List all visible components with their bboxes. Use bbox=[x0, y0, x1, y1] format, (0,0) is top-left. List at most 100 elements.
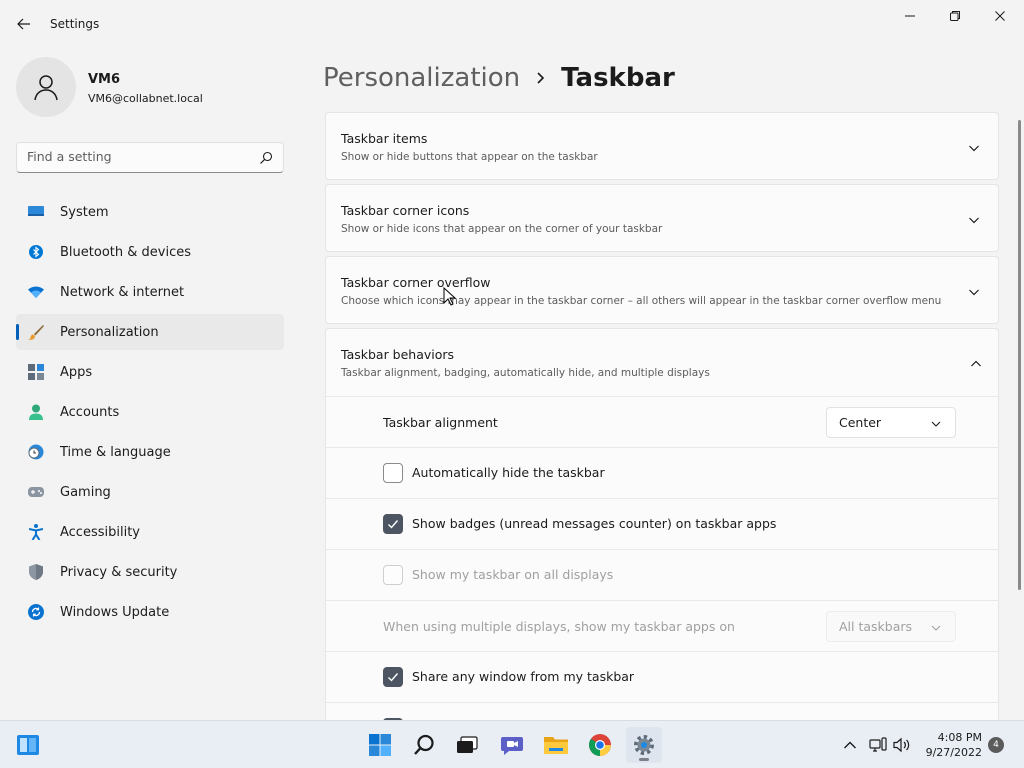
paintbrush-icon bbox=[28, 324, 44, 340]
alignment-label: Taskbar alignment bbox=[383, 415, 498, 430]
share-window-label: Share any window from my taskbar bbox=[412, 669, 635, 684]
search-input[interactable] bbox=[27, 149, 247, 164]
section-title: Taskbar behaviors bbox=[341, 347, 455, 362]
all-displays-checkbox[interactable] bbox=[383, 565, 403, 585]
settings-taskbar-button[interactable] bbox=[626, 727, 662, 763]
minimize-button[interactable] bbox=[887, 6, 933, 26]
start-button[interactable] bbox=[362, 727, 398, 763]
widgets-button[interactable] bbox=[10, 727, 46, 763]
search-icon bbox=[260, 151, 273, 164]
close-button[interactable] bbox=[977, 6, 1023, 26]
minimize-icon bbox=[905, 15, 915, 17]
restore-button[interactable] bbox=[932, 6, 978, 26]
show-hidden-icons-button[interactable] bbox=[840, 735, 860, 755]
search-button[interactable] bbox=[406, 727, 442, 763]
setting-row-alignment: Taskbar alignment Center bbox=[326, 396, 999, 447]
sidebar-item-label: Bluetooth & devices bbox=[60, 244, 191, 260]
section-header[interactable]: Taskbar behaviors Taskbar alignment, bad… bbox=[326, 329, 999, 397]
sidebar-item-gaming[interactable]: Gaming bbox=[16, 474, 284, 510]
clock-time: 4:08 PM bbox=[937, 731, 982, 744]
user-email: VM6@collabnet.local bbox=[88, 92, 203, 105]
sidebar-item-label: Network & internet bbox=[60, 284, 185, 300]
back-button[interactable] bbox=[14, 14, 34, 34]
sidebar-item-time-language[interactable]: Time & language bbox=[16, 434, 284, 470]
dropdown-value: Center bbox=[839, 415, 882, 430]
settings-search[interactable] bbox=[16, 142, 284, 173]
volume-tray-button[interactable] bbox=[892, 735, 912, 755]
sidebar-item-label: Apps bbox=[60, 364, 93, 380]
clock-globe-icon bbox=[28, 444, 44, 460]
chevron-up-icon bbox=[971, 360, 981, 367]
update-icon bbox=[28, 604, 44, 620]
task-view-icon bbox=[457, 736, 478, 753]
sidebar-item-bluetooth[interactable]: Bluetooth & devices bbox=[16, 234, 284, 270]
chevron-right-icon bbox=[536, 71, 545, 85]
sidebar-item-label: Time & language bbox=[60, 444, 171, 460]
clock[interactable]: 4:08 PM 9/27/2022 bbox=[918, 730, 982, 760]
badges-label: Show badges (unread messages counter) on… bbox=[412, 516, 777, 531]
sidebar-item-network[interactable]: Network & internet bbox=[16, 274, 284, 310]
start-icon bbox=[369, 734, 391, 756]
widgets-icon bbox=[17, 735, 39, 755]
badges-checkbox[interactable] bbox=[383, 514, 403, 534]
sidebar-item-privacy[interactable]: Privacy & security bbox=[16, 554, 284, 590]
section-description: Show or hide icons that appear on the co… bbox=[341, 223, 663, 235]
section-description: Show or hide buttons that appear on the … bbox=[341, 151, 598, 163]
share-window-checkbox[interactable] bbox=[383, 667, 403, 687]
network-tray-button[interactable] bbox=[868, 735, 888, 755]
mouse-cursor-icon bbox=[443, 287, 457, 306]
sidebar-item-accessibility[interactable]: Accessibility bbox=[16, 514, 284, 550]
speaker-icon bbox=[893, 737, 910, 753]
setting-row-badges: Show badges (unread messages counter) on… bbox=[326, 498, 999, 549]
chrome-icon bbox=[589, 734, 611, 756]
auto-hide-checkbox[interactable] bbox=[383, 463, 403, 483]
settings-content: Taskbar items Show or hide buttons that … bbox=[325, 112, 999, 720]
section-taskbar-behaviors: Taskbar behaviors Taskbar alignment, bad… bbox=[325, 328, 999, 720]
sidebar-item-accounts[interactable]: Accounts bbox=[16, 394, 284, 430]
breadcrumb-parent[interactable]: Personalization bbox=[323, 63, 520, 93]
sidebar-item-personalization[interactable]: Personalization bbox=[16, 314, 284, 350]
multi-display-label: When using multiple displays, show my ta… bbox=[383, 619, 735, 634]
section-taskbar-corner-overflow[interactable]: Taskbar corner overflow Choose which ico… bbox=[325, 256, 999, 324]
bluetooth-icon bbox=[28, 244, 44, 260]
user-profile[interactable]: VM6 VM6@collabnet.local bbox=[16, 57, 286, 119]
setting-row-all-displays: Show my taskbar on all displays bbox=[326, 549, 999, 600]
title-bar: Settings bbox=[0, 0, 1024, 48]
apps-icon bbox=[28, 364, 44, 380]
person-icon bbox=[34, 75, 58, 101]
notification-badge[interactable]: 4 bbox=[988, 737, 1004, 753]
accessibility-icon bbox=[28, 524, 44, 540]
setting-row-multi-display: When using multiple displays, show my ta… bbox=[326, 600, 999, 651]
settings-icon bbox=[634, 735, 654, 755]
file-explorer-icon bbox=[544, 737, 568, 754]
shield-icon bbox=[28, 564, 44, 580]
file-explorer-button[interactable] bbox=[538, 727, 574, 763]
sidebar-item-label: Gaming bbox=[60, 484, 111, 500]
sidebar-item-apps[interactable]: Apps bbox=[16, 354, 284, 390]
sidebar-item-windows-update[interactable]: Windows Update bbox=[16, 594, 284, 630]
task-view-button[interactable] bbox=[449, 727, 485, 763]
sidebar-item-system[interactable]: System bbox=[16, 194, 284, 230]
checkmark-icon bbox=[388, 520, 399, 529]
chat-button[interactable] bbox=[494, 727, 530, 763]
taskbar: 4:08 PM 9/27/2022 4 bbox=[0, 720, 1024, 768]
alignment-dropdown[interactable]: Center bbox=[826, 407, 956, 438]
multi-display-dropdown[interactable]: All taskbars bbox=[826, 611, 956, 642]
chrome-button[interactable] bbox=[582, 727, 618, 763]
section-taskbar-items[interactable]: Taskbar items Show or hide buttons that … bbox=[325, 112, 999, 180]
restore-icon bbox=[950, 11, 960, 21]
arrow-left-icon bbox=[17, 18, 30, 30]
section-title: Taskbar corner icons bbox=[341, 203, 470, 218]
page-title: Taskbar bbox=[561, 63, 675, 93]
section-description: Choose which icons may appear in the tas… bbox=[341, 295, 942, 307]
sidebar-item-label: System bbox=[60, 204, 109, 220]
close-icon bbox=[995, 11, 1005, 21]
setting-row-auto-hide: Automatically hide the taskbar bbox=[326, 447, 999, 498]
section-taskbar-corner-icons[interactable]: Taskbar corner icons Show or hide icons … bbox=[325, 184, 999, 252]
scrollbar[interactable] bbox=[1018, 120, 1021, 590]
all-displays-label: Show my taskbar on all displays bbox=[412, 567, 614, 582]
section-title: Taskbar items bbox=[341, 131, 428, 146]
breadcrumb: Personalization Taskbar bbox=[323, 58, 675, 98]
chat-icon bbox=[501, 737, 523, 755]
setting-row-share-window: Share any window from my taskbar bbox=[326, 651, 999, 702]
